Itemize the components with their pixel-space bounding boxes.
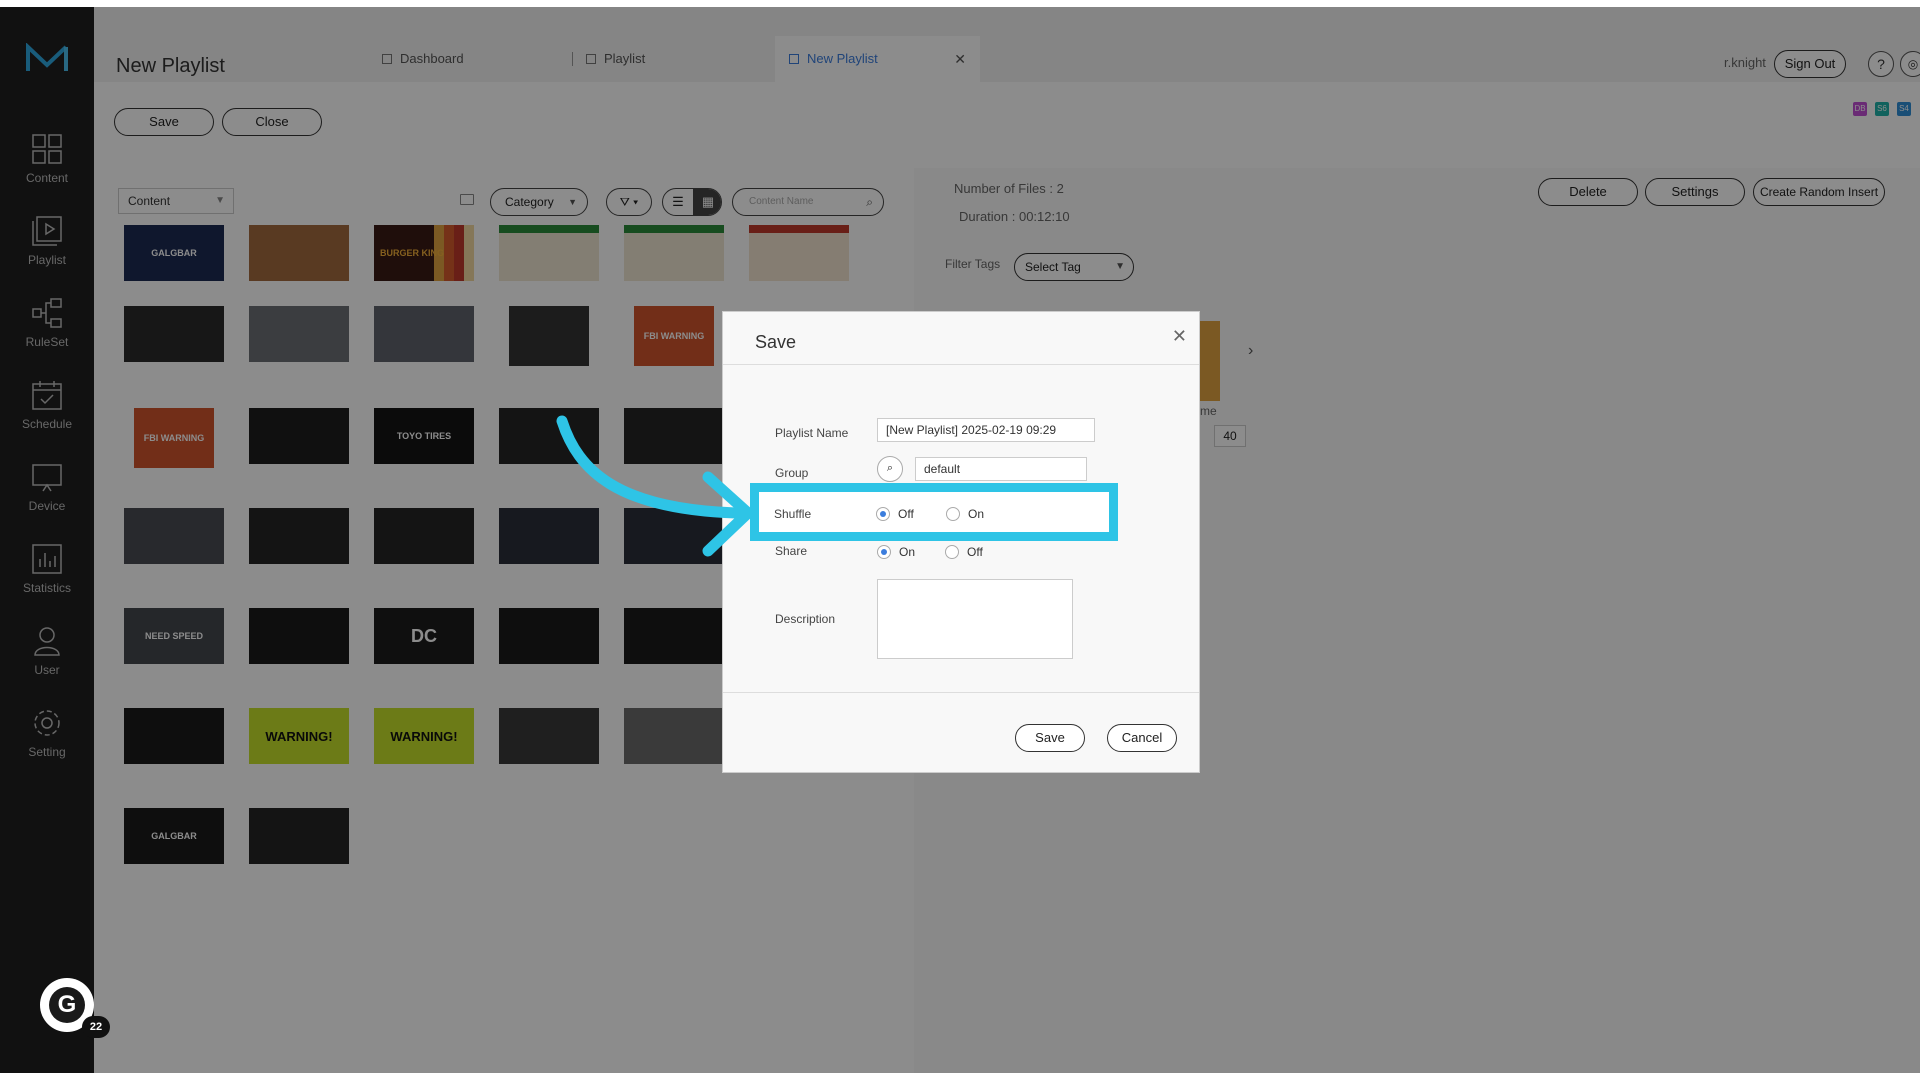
shuffle-on-radio[interactable] (946, 507, 960, 521)
close-icon[interactable]: ✕ (1172, 326, 1187, 347)
playlist-name-input[interactable]: [New Playlist] 2025-02-19 09:29 (877, 418, 1095, 442)
shuffle-label: Shuffle (774, 507, 812, 521)
dialog-divider (723, 364, 1199, 365)
share-label: Share (775, 544, 808, 558)
app-window: New Playlist Dashboard Playlist New Play… (0, 7, 1920, 1073)
search-icon[interactable]: ⌕ (877, 456, 903, 482)
playlist-name-label: Playlist Name (775, 426, 849, 440)
dialog-title: Save (755, 332, 797, 352)
description-label: Description (775, 612, 836, 626)
tutorial-arrow-icon (556, 415, 754, 557)
save-dialog: Save ✕ Playlist Name [New Playlist] 2025… (722, 311, 1200, 773)
shuffle-on-label: On (968, 507, 985, 521)
dialog-save-button[interactable]: Save (1015, 724, 1085, 752)
dialog-cancel-button[interactable]: Cancel (1107, 724, 1177, 752)
group-label: Group (775, 466, 809, 480)
grammarly-icon: G (49, 987, 85, 1023)
shuffle-row-highlight: Shuffle Off On (750, 483, 1118, 541)
share-off-label: Off (967, 545, 983, 559)
grammarly-button[interactable]: G 22 (40, 978, 110, 1038)
description-textarea[interactable] (877, 579, 1073, 659)
share-off-radio[interactable] (945, 545, 959, 559)
grammarly-count-badge: 22 (82, 1016, 110, 1038)
shuffle-off-label: Off (898, 507, 914, 521)
share-on-label: On (899, 545, 916, 559)
dialog-divider (723, 692, 1199, 693)
shuffle-off-radio[interactable] (876, 507, 890, 521)
group-input[interactable]: default (915, 457, 1087, 481)
share-on-radio[interactable] (877, 545, 891, 559)
